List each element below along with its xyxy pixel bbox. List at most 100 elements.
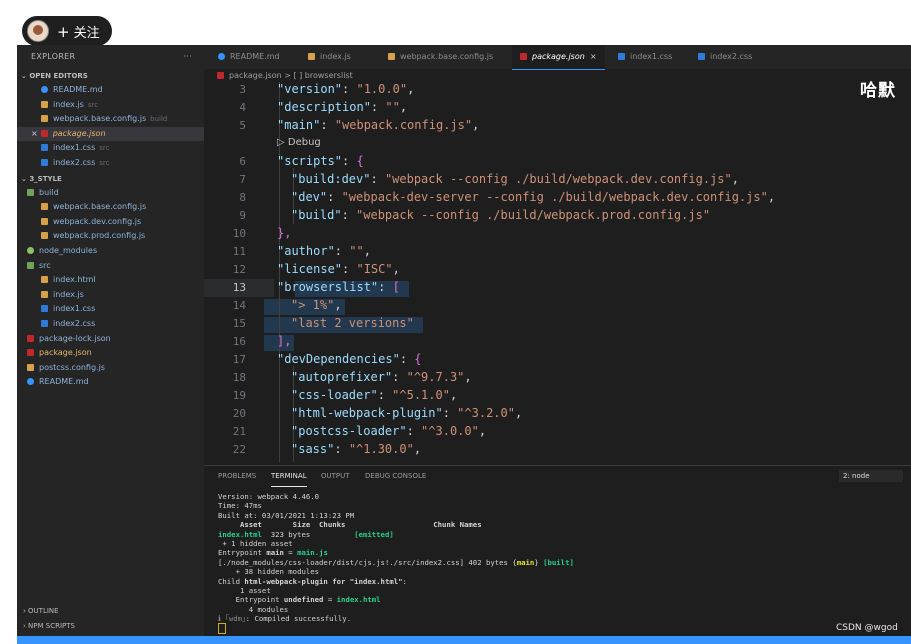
tab-terminal[interactable]: TERMINAL — [271, 466, 307, 487]
css-file-icon — [41, 319, 48, 327]
info-icon — [41, 86, 48, 93]
line-number: 5 — [239, 119, 246, 132]
js-file-icon — [388, 53, 395, 60]
overlay-caption: 哈默 — [860, 81, 896, 101]
css-file-icon — [41, 305, 48, 313]
code-editor[interactable]: 3 4 5 6 7 8 9 10 11 12 13 14 15 16 17 18… — [204, 82, 911, 462]
breadcrumb-symbol[interactable]: [ ] browserslist — [293, 71, 352, 80]
open-editor-item[interactable]: README.md — [17, 83, 204, 98]
js-file-icon — [27, 363, 34, 371]
tab-problems[interactable]: PROBLEMS — [218, 466, 256, 486]
tree-file[interactable]: package.json — [17, 346, 204, 361]
tree-file[interactable]: index.js — [17, 288, 204, 303]
css-file-icon — [618, 53, 625, 60]
tree-file[interactable]: README.md — [17, 375, 204, 390]
line-number: 4 — [239, 101, 246, 114]
editor-tab-bar: README.md index.js webpack.base.config.j… — [204, 45, 911, 70]
json-file-icon — [40, 129, 48, 137]
line-number: 15 — [232, 317, 246, 330]
debug-codelens[interactable]: ▷ Debug — [277, 137, 321, 148]
js-file-icon — [41, 232, 48, 240]
code-line: "main": "webpack.config.js", — [277, 118, 480, 132]
tree-file[interactable]: webpack.prod.config.js — [17, 229, 204, 244]
project-folder-header[interactable]: ⌄ 3_STYLE — [17, 172, 204, 186]
line-number: 3 — [239, 83, 246, 96]
breadcrumb-file[interactable]: package.json — [229, 71, 282, 80]
tab-index-js[interactable]: index.js — [302, 45, 357, 69]
open-editors-header[interactable]: ⌄ OPEN EDITORS — [17, 69, 204, 83]
code-line: "> 1%", — [291, 298, 342, 312]
tab-webpack-base-config[interactable]: webpack.base.config.js — [382, 45, 499, 69]
close-icon[interactable]: × — [31, 129, 38, 138]
html-file-icon — [41, 276, 48, 284]
open-editor-item-active[interactable]: × package.json — [17, 126, 204, 142]
tree-file[interactable]: webpack.dev.config.js — [17, 215, 204, 230]
info-icon — [27, 378, 34, 386]
line-number: 7 — [239, 173, 246, 186]
js-file-icon — [308, 53, 315, 60]
line-number: 20 — [232, 407, 246, 420]
line-number: 14 — [232, 299, 246, 312]
js-file-icon — [41, 290, 48, 298]
line-number: 10 — [232, 227, 246, 240]
js-file-icon — [41, 217, 48, 225]
terminal-output[interactable]: Version: webpack 4.46.0 Time: 47ms Built a… — [218, 492, 574, 624]
line-number: 18 — [232, 371, 246, 384]
open-editor-item[interactable]: index2.css src — [17, 156, 204, 171]
explorer-sidebar: EXPLORER ··· ⌄ OPEN EDITORS README.md ind… — [17, 45, 204, 644]
folder-icon — [27, 188, 34, 196]
code-line: "license": "ISC", — [277, 262, 400, 276]
folder-icon — [27, 261, 34, 269]
close-icon[interactable]: × — [590, 52, 597, 61]
more-actions-icon[interactable]: ··· — [183, 45, 192, 69]
code-line: "last 2 versions" — [291, 316, 414, 330]
json-file-icon — [27, 349, 34, 357]
follow-button[interactable]: + 关注 — [22, 16, 112, 46]
line-number: 11 — [232, 245, 246, 258]
terminal-select[interactable]: 2: node — [839, 470, 903, 482]
code-line: ], — [277, 334, 292, 348]
line-number: 16 — [232, 335, 246, 348]
tree-file[interactable]: package-lock.json — [17, 332, 204, 347]
code-line: "sass": "^1.30.0", — [291, 442, 422, 456]
tree-folder-src[interactable]: src — [17, 259, 204, 274]
tree-file[interactable]: index.html — [17, 273, 204, 288]
open-editor-item[interactable]: webpack.base.config.js build — [17, 112, 204, 127]
open-editor-item[interactable]: index.js src — [17, 98, 204, 113]
line-number: 6 — [239, 155, 246, 168]
code-line: "build": "webpack --config ./build/webpa… — [291, 208, 711, 222]
code-line: "description": "", — [277, 100, 408, 114]
avatar — [27, 20, 49, 42]
code-line: "postcss-loader": "^3.0.0", — [291, 424, 487, 438]
vscode-window: EXPLORER ··· ⌄ OPEN EDITORS README.md ind… — [17, 45, 911, 644]
json-file-icon — [27, 334, 34, 342]
code-line: "author": "", — [277, 244, 371, 258]
outline-section-header[interactable]: › OUTLINE — [23, 605, 59, 617]
open-editor-item[interactable]: index1.css src — [17, 141, 204, 156]
code-line: "scripts": { — [277, 154, 364, 168]
bottom-panel: PROBLEMS TERMINAL OUTPUT DEBUG CONSOLE 2… — [204, 465, 911, 644]
code-line: "css-loader": "^5.1.0", — [291, 388, 458, 402]
tree-file[interactable]: index1.css — [17, 302, 204, 317]
tree-file[interactable]: index2.css — [17, 317, 204, 332]
file-tree: build webpack.base.config.js webpack.dev… — [17, 186, 204, 390]
tab-package-json[interactable]: package.json × — [512, 45, 605, 70]
video-top-bar: + 关注 — [0, 0, 911, 46]
explorer-title: EXPLORER ··· — [17, 45, 204, 69]
tab-readme[interactable]: README.md — [212, 45, 286, 69]
tree-file[interactable]: webpack.base.config.js — [17, 200, 204, 215]
tab-index2-css[interactable]: index2.css — [692, 45, 758, 69]
tab-index1-css[interactable]: index1.css — [612, 45, 678, 69]
tab-output[interactable]: OUTPUT — [321, 466, 350, 486]
tab-debug-console[interactable]: DEBUG CONSOLE — [365, 466, 426, 486]
npm-scripts-section-header[interactable]: › NPM SCRIPTS — [23, 620, 75, 632]
tree-file[interactable]: postcss.config.js — [17, 361, 204, 376]
watermark: CSDN @wgod — [836, 623, 898, 633]
tree-folder-node-modules[interactable]: node_modules — [17, 244, 204, 259]
code-line: "autoprefixer": "^9.7.3", — [291, 370, 472, 384]
code-line: "version": "1.0.0", — [277, 82, 415, 96]
tree-folder-build[interactable]: build — [17, 186, 204, 201]
css-file-icon — [41, 158, 48, 166]
info-icon — [218, 53, 225, 60]
panel-tabs: PROBLEMS TERMINAL OUTPUT DEBUG CONSOLE 2… — [204, 466, 911, 488]
